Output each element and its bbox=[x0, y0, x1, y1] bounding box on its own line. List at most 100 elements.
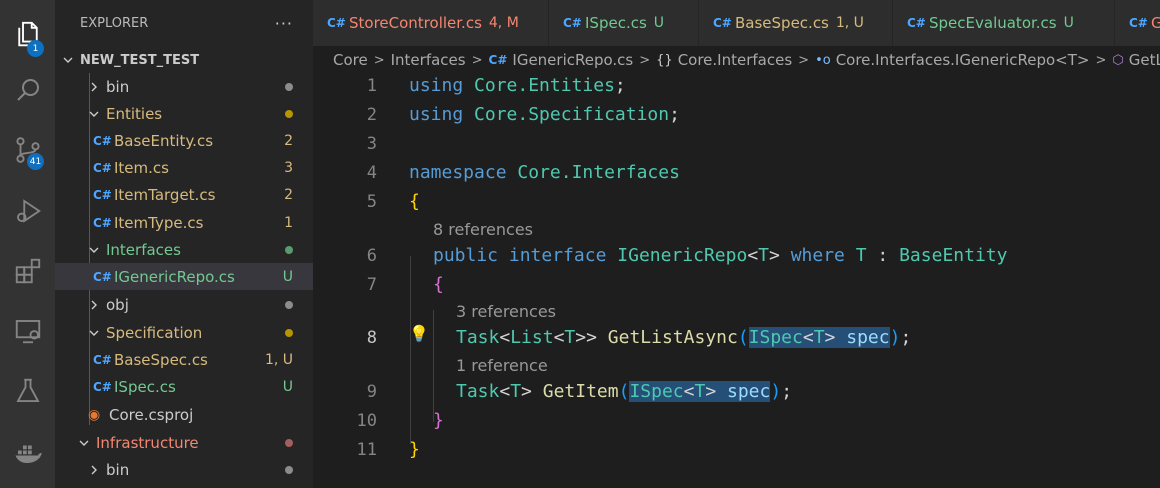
tree-item-label: ItemType.cs bbox=[114, 213, 204, 232]
line-number: 9 bbox=[366, 382, 377, 402]
tree-item-status bbox=[285, 456, 293, 483]
tree-file[interactable]: C# ItemTarget.cs 2 bbox=[55, 181, 313, 208]
chevron-right-icon: > bbox=[1095, 52, 1107, 68]
tree-folder[interactable]: obj bbox=[55, 291, 313, 318]
tree-item-status bbox=[285, 319, 293, 346]
tree-item-label: bin bbox=[106, 460, 130, 479]
tree-file[interactable]: C# ItemType.cs 1 bbox=[55, 209, 313, 236]
punct: < bbox=[499, 381, 511, 402]
tree-folder[interactable]: Interfaces bbox=[55, 236, 313, 263]
codelens-references[interactable]: 3 references bbox=[456, 302, 556, 321]
paren: ) bbox=[889, 327, 901, 348]
tree-item-status: 2 bbox=[284, 127, 293, 154]
breadcrumb-file[interactable]: IGenericRepo.cs bbox=[512, 51, 633, 69]
tab-status: 1, U bbox=[835, 15, 864, 31]
tree-file[interactable]: C# BaseSpec.cs 1, U bbox=[55, 346, 313, 373]
line-number: 10 bbox=[356, 411, 377, 431]
editor-tab[interactable]: C# BaseSpec.cs 1, U bbox=[699, 0, 893, 46]
chevron-right-icon bbox=[87, 300, 101, 310]
paren: ) bbox=[770, 381, 782, 402]
csharp-file-icon: C# bbox=[907, 16, 926, 30]
interface-name: IGenericRepo bbox=[617, 245, 748, 266]
punct: < bbox=[683, 381, 695, 402]
tree-file[interactable]: C# BaseEntity.cs 2 bbox=[55, 127, 313, 154]
extensions-icon[interactable] bbox=[0, 243, 55, 299]
tree-folder[interactable]: bin bbox=[55, 73, 313, 100]
chevron-right-icon: > bbox=[373, 52, 385, 68]
codelens-references[interactable]: 8 references bbox=[433, 220, 533, 239]
editor-tab-bar: C# StoreController.cs 4, M C# ISpec.cs U C# Bas… bbox=[313, 0, 1160, 46]
chevron-right-icon bbox=[87, 82, 101, 92]
breadcrumb-method[interactable]: GetListAsy bbox=[1129, 51, 1160, 69]
type-param: T bbox=[510, 381, 522, 402]
code-editor[interactable]: 1 2 3 4 5 6 7 8 9 10 11 using Core.Entit… bbox=[313, 74, 1160, 488]
explorer-title: EXPLORER bbox=[80, 15, 149, 31]
semicolon: ; bbox=[614, 75, 626, 96]
editor-tab[interactable]: C# SpecEvaluator.cs U bbox=[893, 0, 1115, 46]
tree-folder[interactable]: bin bbox=[55, 456, 313, 483]
tree-folder[interactable]: Infrastructure bbox=[55, 429, 313, 456]
chevron-right-icon: > bbox=[798, 52, 810, 68]
code-line-2: using Core.Specification; bbox=[409, 104, 680, 125]
codelens-references[interactable]: 1 reference bbox=[456, 356, 548, 375]
tree-file[interactable]: C# IGenericRepo.cs U bbox=[55, 263, 313, 290]
namespace-ref: Core.Entities bbox=[474, 75, 615, 96]
status-badge: 2 bbox=[284, 186, 293, 203]
tree-file[interactable]: C# ISpec.cs U bbox=[55, 373, 313, 400]
tree-item-status bbox=[285, 100, 293, 127]
docker-icon[interactable] bbox=[0, 425, 55, 481]
line-number: 8 bbox=[366, 328, 377, 348]
tree-file[interactable]: ◉ Core.csproj bbox=[55, 401, 313, 428]
remote-explorer-icon[interactable] bbox=[0, 303, 55, 359]
project-root[interactable]: NEW_TEST_TEST bbox=[55, 47, 313, 73]
editor-tab[interactable]: C# StoreController.cs 4, M bbox=[313, 0, 549, 46]
tree-item-label: ISpec.cs bbox=[114, 377, 176, 396]
type-name: ISpec bbox=[748, 327, 803, 348]
tree-item-status: 1 bbox=[284, 209, 293, 236]
code-line-8: Task<List<T>> GetListAsync(ISpec<T> spec… bbox=[456, 327, 911, 348]
breadcrumb-namespace[interactable]: Core.Interfaces bbox=[678, 51, 792, 69]
modified-dot-icon bbox=[285, 465, 293, 474]
explorer-icon[interactable]: 1 bbox=[0, 6, 55, 62]
tree-file[interactable]: C# Item.cs 3 bbox=[55, 154, 313, 181]
breadcrumb-core[interactable]: Core bbox=[333, 51, 368, 69]
code-line-9: Task<T> GetItem(ISpec<T> spec); bbox=[456, 381, 792, 402]
lightbulb-icon[interactable]: 💡 bbox=[409, 324, 429, 343]
status-badge: U bbox=[282, 268, 293, 285]
tree-folder[interactable]: Entities bbox=[55, 100, 313, 127]
type-param: T bbox=[813, 327, 825, 348]
tab-status: U bbox=[653, 15, 665, 31]
search-icon[interactable] bbox=[0, 62, 55, 118]
keyword: interface bbox=[508, 245, 607, 266]
indent-guide bbox=[410, 256, 411, 444]
chevron-down-icon bbox=[61, 55, 75, 65]
breadcrumb-interface[interactable]: Core.Interfaces.IGenericRepo<T> bbox=[836, 51, 1090, 69]
breadcrumb-interfaces[interactable]: Interfaces bbox=[391, 51, 466, 69]
run-debug-icon[interactable] bbox=[0, 183, 55, 239]
status-badge: 3 bbox=[284, 159, 293, 176]
tree-item-status bbox=[285, 291, 293, 318]
method-icon: ⬡ bbox=[1112, 52, 1124, 68]
tree-item-status bbox=[285, 429, 293, 456]
tab-label: BaseSpec.cs bbox=[735, 14, 829, 32]
tree-item-label: Infrastructure bbox=[96, 433, 199, 452]
chevron-right-icon: > bbox=[471, 52, 483, 68]
code-line-6: public interface IGenericRepo<T> where T… bbox=[433, 245, 1007, 266]
status-badge: U bbox=[282, 378, 293, 395]
method-name: GetItem bbox=[542, 381, 619, 402]
keyword: using bbox=[409, 104, 464, 125]
punct: > bbox=[705, 381, 717, 402]
editor-tab[interactable]: C#Ge bbox=[1115, 0, 1160, 46]
editor-tab[interactable]: C# ISpec.cs U bbox=[549, 0, 699, 46]
project-name: NEW_TEST_TEST bbox=[80, 52, 200, 68]
semicolon: ; bbox=[781, 381, 793, 402]
more-actions-icon[interactable]: ··· bbox=[275, 14, 293, 33]
testing-icon[interactable] bbox=[0, 363, 55, 419]
punct: > bbox=[824, 327, 836, 348]
modified-dot-icon bbox=[285, 438, 293, 447]
explorer-panel: EXPLORER ··· NEW_TEST_TEST bin Entities C#… bbox=[55, 0, 313, 488]
source-control-icon[interactable]: 41 bbox=[0, 122, 55, 178]
highlighted-parameter: ISpec<T> spec bbox=[629, 381, 771, 402]
tree-folder[interactable]: Specification bbox=[55, 319, 313, 346]
line-number: 4 bbox=[366, 163, 377, 183]
